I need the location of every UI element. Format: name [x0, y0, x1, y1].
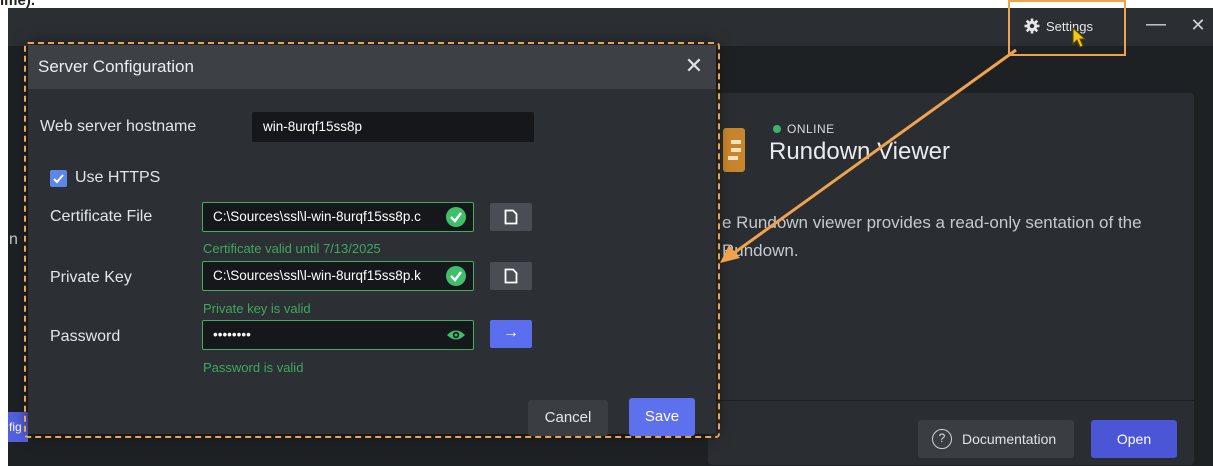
status-badge: ONLINE [773, 122, 835, 136]
left-text-fragment: n [9, 231, 18, 248]
rundown-app-icon [723, 128, 745, 172]
app-title: Rundown Viewer [769, 138, 950, 165]
documentation-button[interactable]: ? Documentation [918, 420, 1074, 458]
settings-highlight-box [1008, 0, 1126, 56]
minimize-button[interactable]: — [1144, 10, 1168, 40]
card-divider [708, 400, 1194, 401]
help-icon: ? [932, 429, 952, 449]
dialog-highlight-box [24, 42, 720, 438]
documentation-label: Documentation [962, 431, 1057, 447]
app-description: e Rundown viewer provides a read-only se… [722, 213, 1142, 260]
open-button[interactable]: Open [1091, 420, 1177, 458]
online-dot-icon [773, 125, 781, 133]
status-text: ONLINE [787, 122, 835, 136]
window-close-button[interactable]: ✕ [1186, 10, 1210, 40]
